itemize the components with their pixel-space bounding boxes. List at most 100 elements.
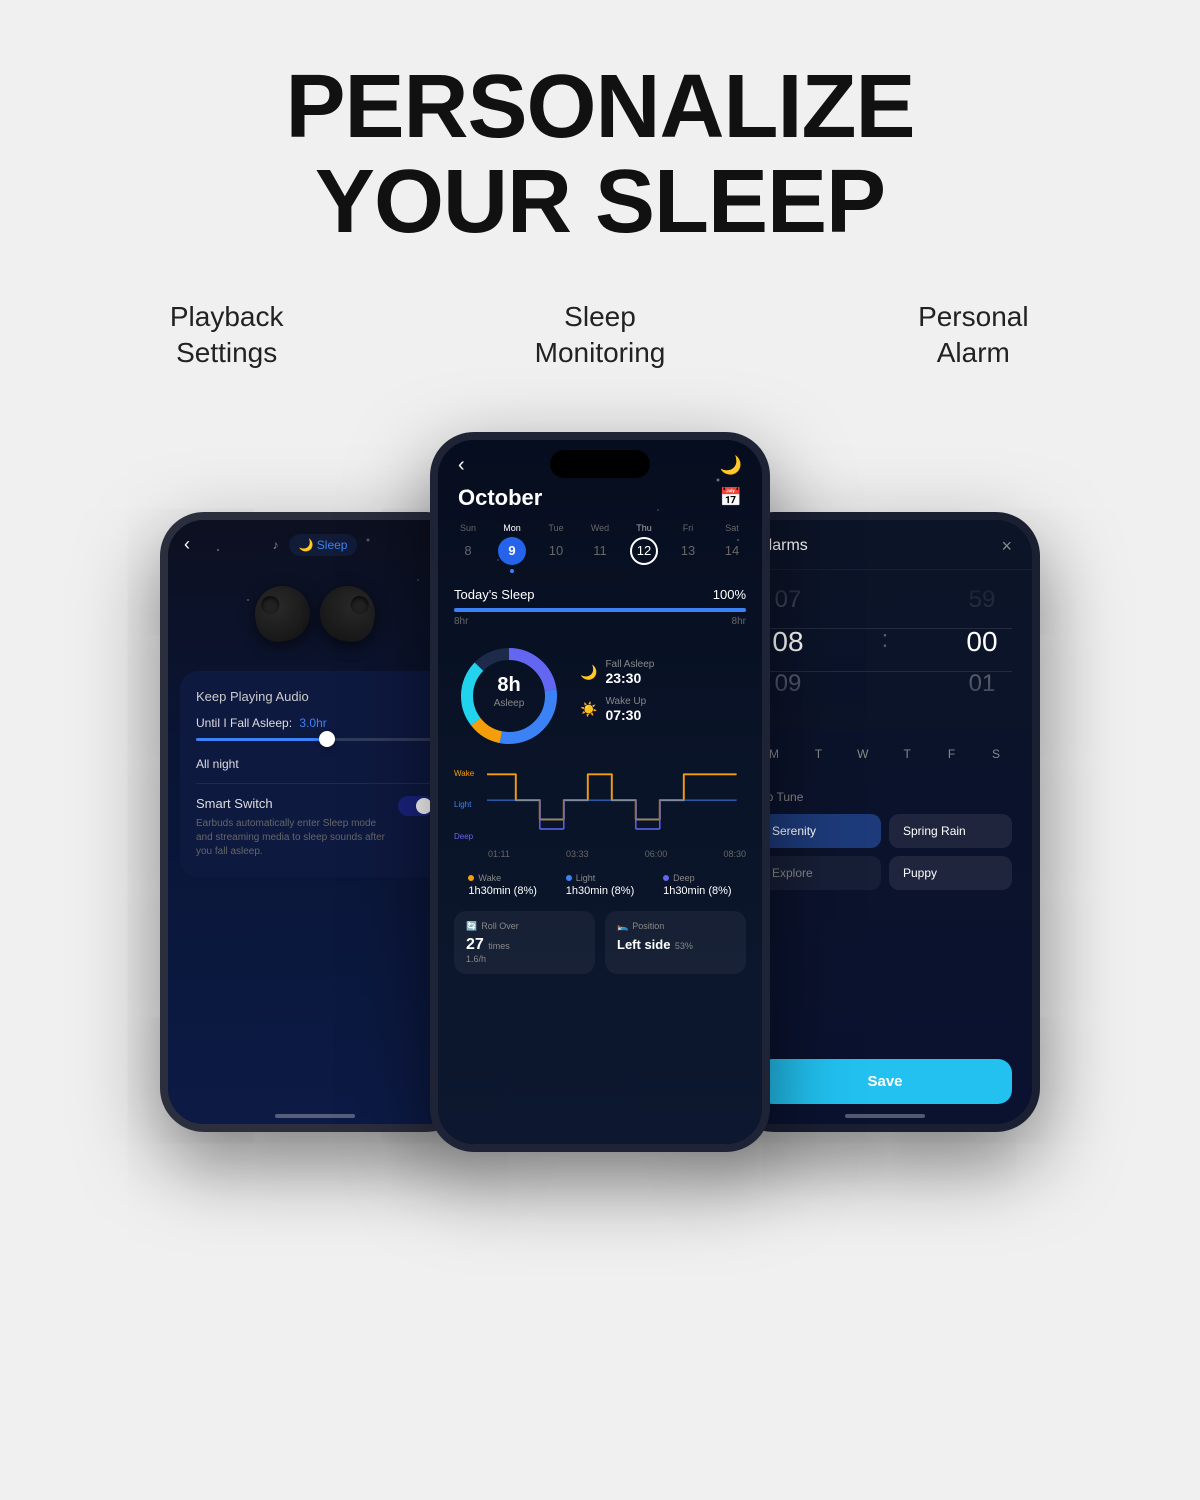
home-indicator-right — [845, 1114, 925, 1118]
wake-up-value: 07:30 — [605, 707, 646, 723]
earbud-right — [316, 581, 380, 645]
features-row: PlaybackSettings SleepMonitoring Persona… — [40, 299, 1160, 372]
day-t[interactable]: T — [802, 738, 834, 770]
svg-text:Asleep: Asleep — [494, 698, 525, 709]
earbud-left — [251, 581, 315, 645]
month-row: October 📅 — [438, 485, 762, 523]
chart-x-labels: 01:11 03:33 06:00 08:30 — [488, 849, 746, 859]
sleep-donut-chart: 8h Asleep — [454, 641, 564, 751]
day-f[interactable]: F — [936, 738, 968, 770]
sleep-chart-wrapper: Wake Light Deep — [454, 765, 746, 859]
feature-personal-alarm: PersonalAlarm — [787, 299, 1160, 372]
calendar-icon[interactable]: 📅 — [720, 487, 742, 508]
today-sleep-label: Today's Sleep — [454, 587, 535, 602]
tune-explore[interactable]: Explore — [758, 856, 881, 890]
progress-fill — [454, 608, 746, 612]
back-button[interactable]: ‹ — [184, 534, 190, 555]
picker-fade-bottom — [738, 680, 1032, 730]
sleep-circle-section: 8h Asleep 🌙 Fall Asleep 23:30 ☀️ — [438, 641, 762, 751]
save-button[interactable]: Save — [758, 1059, 1012, 1104]
wake-up-label: Wake Up — [605, 696, 646, 707]
earbuds-image — [168, 566, 462, 671]
day-w[interactable]: W — [847, 738, 879, 770]
days-selector: M T W T F S — [738, 730, 1032, 778]
smart-switch-toggle[interactable] — [398, 796, 434, 816]
sun-icon: ☀️ — [580, 701, 597, 718]
position-stat: 🛌 Position Left side 53% — [605, 911, 746, 974]
sleep-monitoring-screen: ‹ 🌙 October 📅 Sun 8 Mon 9 — [438, 440, 762, 1144]
picker-fade-top — [738, 570, 1032, 620]
alarm-screen: Alarms × 07 08 09 : 59 00 — [738, 520, 1032, 1124]
sleep-chart-section: Wake Light Deep — [438, 765, 762, 859]
moon-small-icon: 🌙 — [580, 664, 597, 681]
left-header: ‹ ♪ 🌙 Sleep — [168, 520, 462, 566]
month-label: October — [458, 485, 542, 511]
progress-labels: 8hr 8hr — [454, 616, 746, 627]
sleep-timer-slider[interactable] — [196, 738, 434, 741]
days-row: Sun 8 Mon 9 Tue 10 Wed 11 — [438, 523, 762, 573]
day-tue[interactable]: Tue 10 — [542, 523, 570, 573]
settings-panel: Keep Playing Audio Until I Fall Asleep: … — [180, 671, 450, 877]
slider-thumb[interactable] — [319, 731, 335, 747]
smart-switch-row: Smart Switch Earbuds automatically enter… — [196, 796, 434, 859]
day-th[interactable]: T — [891, 738, 923, 770]
alarm-header: Alarms × — [738, 520, 1032, 570]
divider — [196, 783, 434, 784]
day-mon[interactable]: Mon 9 — [498, 523, 526, 573]
fall-asleep-value: 23:30 — [605, 670, 654, 686]
svg-text:8h: 8h — [497, 674, 520, 696]
deep-dot — [663, 875, 669, 881]
wake-tune-label: Up Tune — [758, 790, 1012, 804]
wake-dot — [468, 875, 474, 881]
feature-playback: PlaybackSettings — [40, 299, 413, 372]
moon-icon: 🌙 — [720, 455, 742, 476]
legend-wake: Wake 1h30min (8%) — [468, 873, 536, 897]
day-s[interactable]: S — [980, 738, 1012, 770]
rollover-stat: 🔄 Roll Over 27 times 1.6/h — [454, 911, 595, 974]
tune-puppy[interactable]: Puppy — [889, 856, 1012, 890]
tune-spring-rain[interactable]: Spring Rain — [889, 814, 1012, 848]
stats-row: 🔄 Roll Over 27 times 1.6/h 🛌 Position — [438, 911, 762, 974]
until-asleep-label: Until I Fall Asleep: 3.0hr — [196, 716, 434, 730]
legend-deep: Deep 1h30min (8%) — [663, 873, 731, 897]
left-tabs: ♪ 🌙 Sleep — [273, 534, 358, 556]
smart-switch-desc: Earbuds automatically enter Sleep mode a… — [196, 817, 388, 859]
close-button[interactable]: × — [1001, 536, 1012, 557]
slider-fill — [196, 738, 327, 741]
feature-sleep-monitoring: SleepMonitoring — [413, 299, 786, 372]
day-sun[interactable]: Sun 8 — [454, 523, 482, 573]
all-night-label: All night — [196, 757, 434, 771]
sleep-legend: Wake 1h30min (8%) Light 1h30min (8%) — [438, 873, 762, 897]
back-button-center[interactable]: ‹ — [458, 454, 465, 477]
phone-sleep-monitoring: ‹ 🌙 October 📅 Sun 8 Mon 9 — [430, 432, 770, 1152]
keep-playing-label: Keep Playing Audio — [196, 689, 434, 704]
tune-grid: Serenity Spring Rain Explore Puppy — [758, 814, 1012, 890]
home-indicator — [275, 1114, 355, 1118]
day-wed[interactable]: Wed 11 — [586, 523, 614, 573]
wake-tune-section: Up Tune Serenity Spring Rain Explore Pup… — [738, 790, 1032, 890]
day-dot — [510, 569, 514, 573]
sleep-progress-section: Today's Sleep 100% 8hr 8hr — [438, 587, 762, 627]
day-thu[interactable]: Thu 12 — [630, 523, 658, 573]
sleep-progress-header: Today's Sleep 100% — [454, 587, 746, 602]
wake-up-row: ☀️ Wake Up 07:30 — [580, 696, 746, 723]
light-dot — [566, 875, 572, 881]
time-picker[interactable]: 07 08 09 : 59 00 01 — [738, 570, 1032, 730]
sleep-progress-bar — [454, 608, 746, 612]
page-headline: PERSONALIZE YOUR SLEEP — [285, 60, 914, 249]
dynamic-island — [550, 450, 650, 478]
day-sat[interactable]: Sat 14 — [718, 523, 746, 573]
legend-light: Light 1h30min (8%) — [566, 873, 634, 897]
day-fri[interactable]: Fri 13 — [674, 523, 702, 573]
phones-container: ‹ ♪ 🌙 Sleep Keep Playing Audio — [40, 432, 1160, 1152]
sleep-percent: 100% — [713, 587, 746, 602]
fall-asleep-row: 🌙 Fall Asleep 23:30 — [580, 659, 746, 686]
tune-serenity[interactable]: Serenity — [758, 814, 881, 848]
playback-screen: ‹ ♪ 🌙 Sleep Keep Playing Audio — [168, 520, 462, 1124]
smart-switch-info: Smart Switch Earbuds automatically enter… — [196, 796, 388, 859]
sleep-info: 🌙 Fall Asleep 23:30 ☀️ Wake Up 07:30 — [580, 659, 746, 733]
phone-playback: ‹ ♪ 🌙 Sleep Keep Playing Audio — [160, 512, 470, 1132]
phone-alarm: Alarms × 07 08 09 : 59 00 — [730, 512, 1040, 1132]
sleep-tab[interactable]: 🌙 Sleep — [289, 534, 358, 556]
music-tab[interactable]: ♪ — [273, 538, 279, 552]
